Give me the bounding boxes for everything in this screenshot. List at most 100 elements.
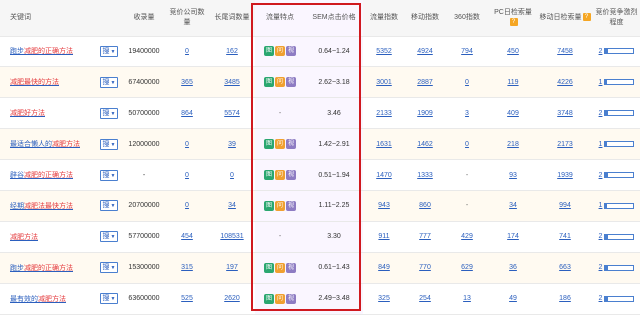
- pc-daily-link[interactable]: 34: [509, 202, 517, 209]
- traffic-index-link[interactable]: 1631: [376, 141, 392, 148]
- traffic-index-link[interactable]: 943: [378, 202, 390, 209]
- search-engine-select[interactable]: 搜▼: [99, 76, 119, 88]
- competition-link[interactable]: 1: [599, 202, 603, 209]
- pc-daily-link[interactable]: 36: [509, 264, 517, 271]
- bid-link[interactable]: 0: [185, 48, 189, 55]
- 360-index-link[interactable]: 13: [463, 295, 471, 302]
- search-engine-select[interactable]: 搜▼: [99, 262, 119, 274]
- mobile-daily-link[interactable]: 3748: [557, 110, 573, 117]
- keyword-link[interactable]: 辟谷减肥的正确方法: [10, 172, 73, 179]
- search-engine-select[interactable]: 搜▼: [99, 169, 119, 181]
- keyword-link[interactable]: 减肥最快的方法: [10, 79, 59, 86]
- mobile-daily-link[interactable]: 186: [559, 295, 571, 302]
- search-engine-select[interactable]: 搜▼: [99, 138, 119, 150]
- mobile-index-link[interactable]: 777: [419, 233, 431, 240]
- long-tail-link[interactable]: 162: [226, 48, 238, 55]
- keyword-link[interactable]: 跑步减肥的正确方法: [10, 265, 73, 272]
- competition-indicator: 1: [599, 202, 635, 209]
- 360-index-link[interactable]: 0: [465, 79, 469, 86]
- search-engine-select[interactable]: 搜▼: [99, 107, 119, 119]
- pc-daily-link[interactable]: 49: [509, 295, 517, 302]
- competition-bar: [604, 295, 635, 302]
- competition-link[interactable]: 2: [599, 264, 603, 271]
- mobile-index-link[interactable]: 1462: [417, 141, 433, 148]
- mobile-index-link[interactable]: 1909: [417, 110, 433, 117]
- keyword-link[interactable]: 减肥方法: [10, 234, 38, 241]
- bid-cell: 0: [165, 190, 209, 222]
- long-tail-link[interactable]: 5574: [224, 110, 240, 117]
- 360-index-link[interactable]: 0: [465, 141, 469, 148]
- help-icon[interactable]: ?: [582, 12, 591, 21]
- traffic-index-link[interactable]: 849: [378, 264, 390, 271]
- long-tail-link[interactable]: 39: [228, 141, 236, 148]
- mobile-daily-link[interactable]: 994: [559, 202, 571, 209]
- 360-index-link[interactable]: 794: [461, 48, 473, 55]
- mobile-index-link[interactable]: 4924: [417, 48, 433, 55]
- long-tail-link[interactable]: 3485: [224, 79, 240, 86]
- mobile-daily-cell: 994: [537, 190, 593, 222]
- traffic-index-link[interactable]: 911: [378, 233, 389, 240]
- competition-link[interactable]: 1: [599, 141, 603, 148]
- competition-link[interactable]: 2: [599, 110, 603, 117]
- mobile-daily-link[interactable]: 4226: [557, 79, 573, 86]
- bid-link[interactable]: 864: [181, 110, 193, 117]
- long-tail-link[interactable]: 2620: [224, 295, 240, 302]
- sem-price-cell: 1.42~2.91: [305, 128, 363, 161]
- mobile-daily-link[interactable]: 741: [559, 233, 571, 240]
- mobile-daily-link[interactable]: 663: [559, 264, 571, 271]
- pc-daily-link[interactable]: 174: [507, 233, 519, 240]
- keyword-link[interactable]: 经期减肥法最快方法: [10, 203, 73, 210]
- keyword-cell: 经期减肥法最快方法: [0, 190, 95, 222]
- tag-g-icon: 图: [264, 200, 274, 211]
- traffic-index-link[interactable]: 325: [378, 295, 390, 302]
- pc-daily-link[interactable]: 409: [507, 110, 519, 117]
- bid-link[interactable]: 525: [181, 295, 193, 302]
- mobile-daily-link[interactable]: 2173: [557, 141, 573, 148]
- bid-link[interactable]: 315: [181, 264, 193, 271]
- bid-link[interactable]: 0: [185, 141, 189, 148]
- keyword-link[interactable]: 最有效的减肥方法: [10, 296, 66, 303]
- bid-link[interactable]: 454: [181, 233, 193, 240]
- long-tail-link[interactable]: 197: [226, 264, 238, 271]
- traffic-index-link[interactable]: 5352: [376, 48, 392, 55]
- header-keyword: 关键词: [0, 0, 95, 37]
- pc-daily-link[interactable]: 218: [507, 141, 519, 148]
- keyword-link[interactable]: 减肥好方法: [10, 110, 45, 117]
- traffic-index-link[interactable]: 2133: [376, 110, 392, 117]
- mobile-index-link[interactable]: 1333: [417, 172, 433, 179]
- long-tail-link[interactable]: 34: [228, 202, 236, 209]
- mobile-daily-link[interactable]: 7458: [557, 48, 573, 55]
- mobile-daily-link[interactable]: 1939: [557, 172, 573, 179]
- traffic-index-link[interactable]: 3001: [376, 79, 392, 86]
- competition-link[interactable]: 2: [599, 48, 603, 55]
- search-engine-select[interactable]: 搜▼: [99, 231, 119, 243]
- keyword-link[interactable]: 跑步减肥的正确方法: [10, 48, 73, 55]
- mobile-index-link[interactable]: 254: [419, 295, 431, 302]
- long-tail-link[interactable]: 0: [230, 172, 234, 179]
- competition-link[interactable]: 2: [599, 233, 603, 240]
- 360-index-link[interactable]: 629: [461, 264, 473, 271]
- long-tail-link[interactable]: 108531: [220, 233, 243, 240]
- 360-index-link[interactable]: 429: [461, 233, 473, 240]
- mobile-index-link[interactable]: 2887: [417, 79, 433, 86]
- competition-link[interactable]: 2: [599, 295, 603, 302]
- keyword-link[interactable]: 最适合懒人的减肥方法: [10, 141, 80, 148]
- search-engine-select[interactable]: 搜▼: [99, 45, 119, 57]
- search-engine-select[interactable]: 搜▼: [99, 200, 119, 212]
- bid-link[interactable]: 0: [185, 172, 189, 179]
- 360-index-link[interactable]: 3: [465, 110, 469, 117]
- mobile-index-link[interactable]: 860: [419, 202, 431, 209]
- help-icon[interactable]: ?: [509, 17, 518, 26]
- competition-link[interactable]: 1: [599, 79, 603, 86]
- pc-daily-link[interactable]: 119: [507, 79, 518, 86]
- bid-link[interactable]: 0: [185, 202, 189, 209]
- chevron-down-icon: ▼: [110, 79, 116, 86]
- mobile-index-link[interactable]: 770: [419, 264, 431, 271]
- pc-daily-link[interactable]: 93: [509, 172, 517, 179]
- pc-daily-link[interactable]: 450: [507, 48, 519, 55]
- bid-link[interactable]: 365: [181, 79, 193, 86]
- traffic-index-link[interactable]: 1470: [376, 172, 392, 179]
- competition-link[interactable]: 2: [599, 172, 603, 179]
- competition-indicator: 1: [599, 79, 635, 86]
- search-engine-select[interactable]: 搜▼: [99, 293, 119, 305]
